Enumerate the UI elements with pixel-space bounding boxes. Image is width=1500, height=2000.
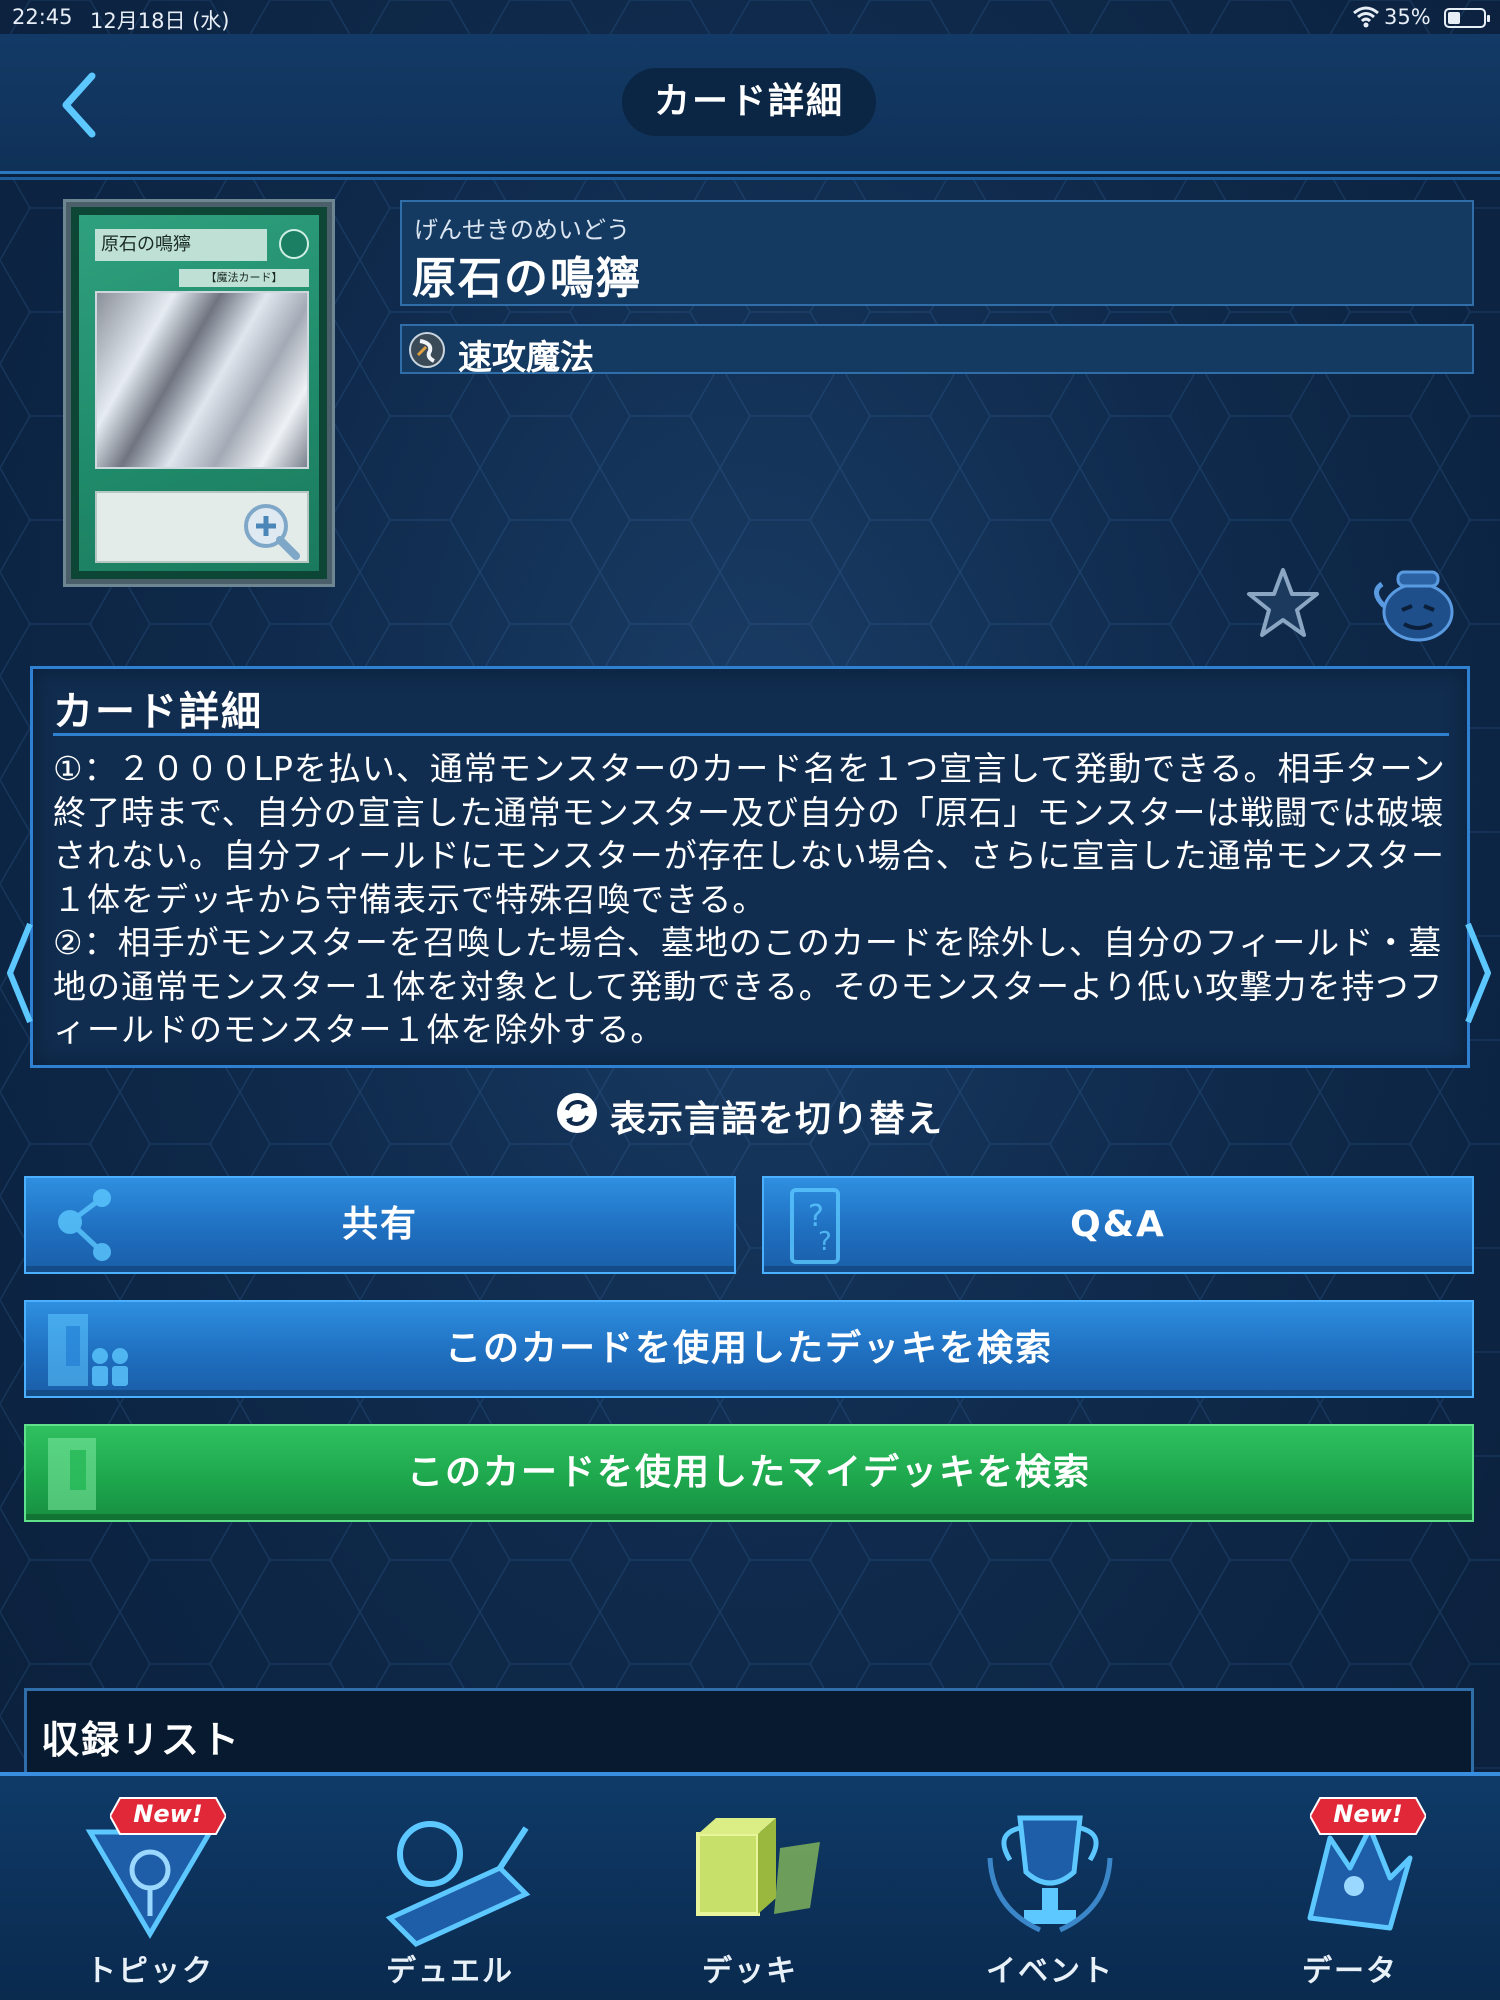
- nav-event-label: イベント: [986, 1954, 1114, 1989]
- status-time: 22:45: [12, 5, 73, 29]
- favorite-button[interactable]: [1246, 566, 1320, 640]
- card-type-box: 速攻魔法: [400, 324, 1474, 378]
- deck-search-label: このカードを使用したデッキを検索: [444, 1328, 1053, 1369]
- chevron-left-icon: [62, 72, 96, 138]
- battery-icon: [1444, 8, 1490, 28]
- qa-button[interactable]: ? ? Q&A: [762, 1176, 1474, 1274]
- card-name-ruby: げんせきのめいどう: [414, 216, 630, 244]
- language-toggle-button[interactable]: 表示言語を切り替え: [556, 1088, 946, 1140]
- card-artwork: [95, 291, 309, 469]
- page-title: カード詳細: [622, 68, 876, 136]
- zoom-button[interactable]: [240, 500, 302, 562]
- mydeck-search-button[interactable]: このカードを使用したマイデッキを検索: [24, 1424, 1474, 1522]
- back-button[interactable]: [52, 70, 112, 140]
- share-button[interactable]: 共有: [24, 1176, 736, 1274]
- spell-type-label: 速攻魔法: [458, 338, 594, 378]
- card-image-name: 原石の鳴獰: [95, 229, 267, 261]
- description-panel: カード詳細 ①：２０００LPを払い、通常モンスターのカード名を１つ宣言して発動で…: [30, 666, 1470, 1068]
- nav-data-label: データ: [1302, 1954, 1398, 1989]
- card-name-box: げんせきのめいどう 原石の鳴獰: [400, 200, 1474, 306]
- nav-topics[interactable]: New! トピック: [0, 1776, 300, 2000]
- new-badge-label: New!: [133, 1800, 203, 1828]
- card-name: 原石の鳴獰: [412, 253, 642, 304]
- deck-search-button[interactable]: このカードを使用したデッキを検索: [24, 1300, 1474, 1398]
- collection-list-title: 収録リスト: [41, 1718, 242, 1762]
- new-badge: New!: [108, 1796, 228, 1836]
- chevron-right-icon: [1465, 922, 1491, 1024]
- nav-duel-label: デュエル: [386, 1954, 514, 1989]
- deck-nav-icon: [696, 1818, 820, 1916]
- next-card-button[interactable]: [1460, 918, 1496, 1028]
- qa-label: Q&A: [1070, 1204, 1166, 1245]
- description-text: ①：２０００LPを払い、通常モンスターのカード名を１つ宣言して発動できる。相手タ…: [53, 749, 1446, 1049]
- new-badge-label: New!: [1333, 1800, 1403, 1828]
- new-badge: New!: [1308, 1796, 1428, 1836]
- description-divider: [53, 733, 1449, 736]
- quick-play-spell-icon: [409, 332, 445, 368]
- nav-topics-label: トピック: [86, 1954, 214, 1989]
- language-toggle-label: 表示言語を切り替え: [610, 1099, 944, 1140]
- wifi-icon: [1353, 6, 1379, 28]
- battery-percent: 35%: [1384, 5, 1431, 29]
- nav-event[interactable]: イベント: [900, 1776, 1200, 2000]
- collection-list-header: 収録リスト: [24, 1688, 1474, 1772]
- previous-card-button[interactable]: [2, 918, 38, 1028]
- magnify-plus-icon: [244, 504, 300, 560]
- trophy-icon: [987, 1815, 1113, 1933]
- chevron-left-icon: [7, 922, 33, 1024]
- spell-attribute-icon: [279, 229, 309, 259]
- card-image-type-line: 【魔法カード】: [179, 269, 309, 287]
- pot-icon[interactable]: [1366, 566, 1458, 644]
- status-bar: 22:45 12月18日 (水) 35%: [0, 0, 1500, 34]
- nav-data[interactable]: New! データ: [1200, 1776, 1500, 2000]
- bottom-navigation: New! トピック デュエル デッキ イベント New! データ: [0, 1772, 1500, 2000]
- nav-duel[interactable]: デュエル: [300, 1776, 600, 2000]
- share-label: 共有: [341, 1204, 418, 1245]
- star-icon: [1247, 568, 1319, 637]
- nav-deck[interactable]: デッキ: [600, 1776, 900, 2000]
- swap-icon: [557, 1093, 597, 1133]
- nav-deck-label: デッキ: [702, 1954, 798, 1989]
- description-title: カード詳細: [53, 689, 263, 735]
- header-bar: カード詳細: [0, 34, 1500, 174]
- status-date: 12月18日 (水): [90, 9, 230, 33]
- mydeck-search-label: このカードを使用したマイデッキを検索: [406, 1452, 1091, 1493]
- duel-disk-icon: [385, 1821, 531, 1947]
